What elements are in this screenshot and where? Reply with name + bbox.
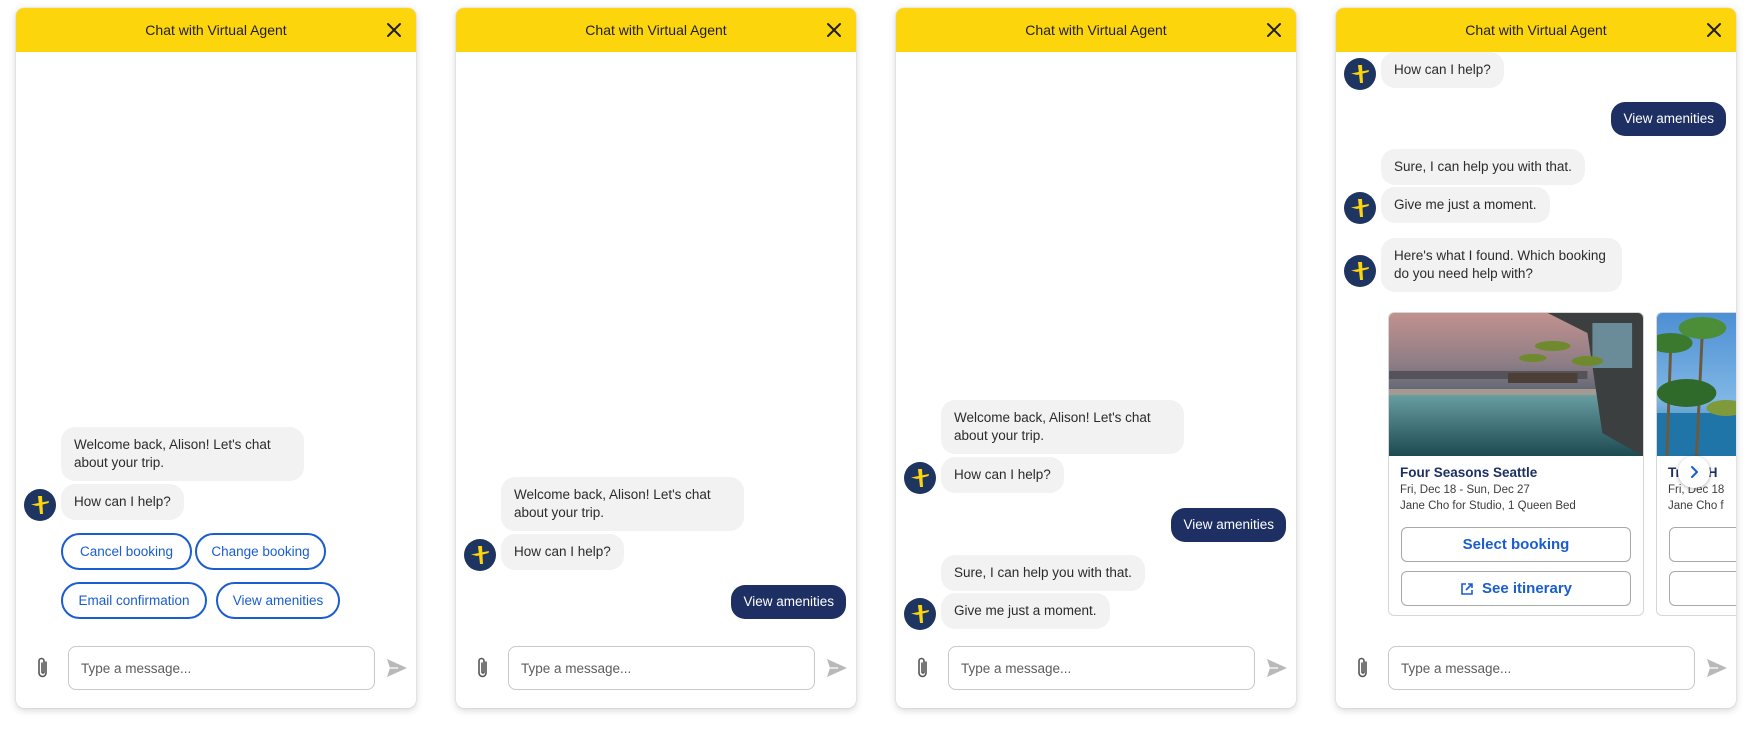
agent-message-welcome: Welcome back, Alison! Let's chat about y… xyxy=(941,400,1184,454)
message-composer xyxy=(896,646,1296,700)
agent-message-help: How can I help? xyxy=(1381,52,1504,88)
message-composer xyxy=(16,646,416,700)
paperclip-icon[interactable] xyxy=(914,656,932,680)
chat-header: Chat with Virtual Agent xyxy=(896,8,1296,52)
agent-message-sure: Sure, I can help you with that. xyxy=(1381,149,1585,185)
chat-panel-2: Chat with Virtual Agent Welcome back, Al… xyxy=(456,8,856,708)
send-icon[interactable] xyxy=(826,657,848,679)
agent-message-moment: Give me just a moment. xyxy=(1381,187,1550,223)
chat-header: Chat with Virtual Agent xyxy=(16,8,416,52)
quick-reply-change-booking[interactable]: Change booking xyxy=(195,533,326,570)
chat-title: Chat with Virtual Agent xyxy=(1025,22,1167,38)
send-icon[interactable] xyxy=(1266,657,1288,679)
booking-guest: Jane Cho for Studio, 1 Queen Bed xyxy=(1400,500,1576,512)
close-icon[interactable] xyxy=(1704,20,1724,40)
paperclip-icon[interactable] xyxy=(34,656,52,680)
agent-message-help: How can I help? xyxy=(941,457,1064,493)
agent-message-found: Here's what I found. Which booking do yo… xyxy=(1381,238,1622,292)
close-icon[interactable] xyxy=(384,20,404,40)
paperclip-icon[interactable] xyxy=(1354,656,1372,680)
chat-panel-4: How can I help? View amenities Sure, I c… xyxy=(1336,8,1736,708)
close-icon[interactable] xyxy=(824,20,844,40)
agent-avatar-icon xyxy=(1344,192,1376,224)
agent-avatar-icon xyxy=(904,462,936,494)
message-input[interactable] xyxy=(1388,646,1695,690)
user-message-view-amenities: View amenities xyxy=(1611,102,1726,136)
booking-dates: Fri, Dec 18 - Sun, Dec 27 xyxy=(1400,484,1530,496)
external-link-icon xyxy=(1460,582,1474,596)
message-input[interactable] xyxy=(948,646,1255,690)
chat-panel-3: Chat with Virtual Agent Welcome back, Al… xyxy=(896,8,1296,708)
agent-avatar-icon xyxy=(1344,58,1376,90)
message-input[interactable] xyxy=(68,646,375,690)
chevron-right-icon xyxy=(1687,465,1701,479)
agent-message-sure: Sure, I can help you with that. xyxy=(941,555,1145,591)
send-icon[interactable] xyxy=(1706,657,1728,679)
message-composer xyxy=(456,646,856,700)
chat-panel-1: Chat with Virtual Agent Welcome back, Al… xyxy=(16,8,416,708)
chat-title: Chat with Virtual Agent xyxy=(1465,22,1607,38)
agent-message-welcome: Welcome back, Alison! Let's chat about y… xyxy=(501,477,744,531)
chat-title: Chat with Virtual Agent xyxy=(585,22,727,38)
select-booking-button[interactable] xyxy=(1669,527,1736,562)
booking-card: Four Seasons Seattle Fri, Dec 18 - Sun, … xyxy=(1388,312,1644,616)
chat-header: Chat with Virtual Agent xyxy=(1336,8,1736,52)
message-input[interactable] xyxy=(508,646,815,690)
select-booking-label: Select booking xyxy=(1462,536,1570,553)
agent-message-help: How can I help? xyxy=(61,484,184,520)
carousel-next-button[interactable] xyxy=(1678,456,1710,488)
select-booking-button[interactable]: Select booking xyxy=(1401,527,1631,562)
quick-reply-email-confirmation[interactable]: Email confirmation xyxy=(61,582,207,619)
hotel-photo-tropical xyxy=(1657,313,1736,456)
see-itinerary-label: See itinerary xyxy=(1481,580,1573,597)
see-itinerary-button[interactable]: See itinerary xyxy=(1401,571,1631,606)
chat-header: Chat with Virtual Agent xyxy=(456,8,856,52)
hotel-photo-pool xyxy=(1389,313,1643,456)
user-message-view-amenities: View amenities xyxy=(731,585,846,619)
close-icon[interactable] xyxy=(1264,20,1284,40)
quick-reply-cancel-booking[interactable]: Cancel booking xyxy=(61,533,192,570)
agent-avatar-icon xyxy=(904,598,936,630)
agent-message-help: How can I help? xyxy=(501,534,624,570)
agent-message-welcome: Welcome back, Alison! Let's chat about y… xyxy=(61,427,304,481)
quick-reply-view-amenities[interactable]: View amenities xyxy=(216,582,340,619)
see-itinerary-button[interactable] xyxy=(1669,571,1736,606)
send-icon[interactable] xyxy=(386,657,408,679)
booking-guest: Jane Cho f xyxy=(1668,500,1724,512)
booking-title: Four Seasons Seattle xyxy=(1400,465,1538,480)
chat-title: Chat with Virtual Agent xyxy=(145,22,287,38)
message-composer xyxy=(1336,646,1736,700)
agent-avatar-icon xyxy=(464,539,496,571)
agent-avatar-icon xyxy=(24,489,56,521)
paperclip-icon[interactable] xyxy=(474,656,492,680)
agent-message-moment: Give me just a moment. xyxy=(941,593,1110,629)
agent-avatar-icon xyxy=(1344,255,1376,287)
user-message-view-amenities: View amenities xyxy=(1171,508,1286,542)
